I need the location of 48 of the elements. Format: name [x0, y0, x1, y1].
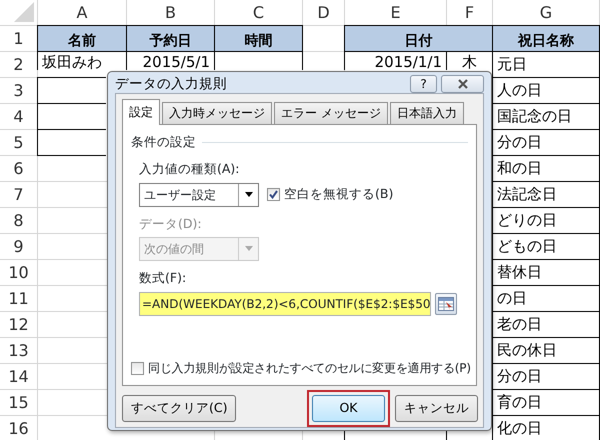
close-button[interactable]	[441, 75, 484, 93]
dialog-title: データの入力規則	[115, 76, 228, 92]
help-button[interactable]: ?	[410, 75, 437, 93]
row-header[interactable]: 4	[0, 104, 38, 130]
range-select-icon[interactable]	[438, 297, 454, 311]
table-cell	[37, 129, 106, 156]
row-header[interactable]: 16	[0, 416, 38, 440]
row-header[interactable]: 2	[0, 52, 38, 78]
tab[interactable]: エラー メッセージ	[274, 102, 388, 124]
caret-icon[interactable]	[244, 192, 254, 198]
close-icon[interactable]	[456, 79, 468, 89]
field-label: データ(D):	[139, 214, 203, 232]
clear-all-button[interactable]: すべてクリア(C)	[122, 395, 236, 422]
cancel-button[interactable]: キャンセル	[395, 395, 478, 422]
table-heading: 予約日	[126, 25, 215, 52]
tab[interactable]: 日本語入力	[390, 102, 464, 124]
table-cell	[37, 77, 106, 104]
column-header[interactable]: D	[303, 0, 345, 26]
table-heading: 祝日名称	[492, 25, 600, 52]
formula-field[interactable]: =AND(WEEKDAY(B2,2)<6,COUNTIF($E$2:$E$50	[139, 292, 431, 316]
field-label: 数式(F):	[139, 269, 188, 288]
row-header[interactable]: 7	[0, 182, 38, 208]
table-heading: 名前	[37, 25, 127, 52]
field-label: 入力値の種類(A):	[139, 160, 241, 178]
section-title: 条件の設定	[131, 133, 196, 151]
ok-button[interactable]: OK	[312, 395, 385, 422]
range-select-button[interactable]	[435, 293, 457, 315]
row-header[interactable]: 13	[0, 338, 38, 364]
table-heading: 日付	[344, 25, 493, 52]
checkbox[interactable]	[131, 362, 144, 374]
row-header[interactable]: 5	[0, 130, 38, 156]
row-header[interactable]: 3	[0, 78, 38, 104]
row-header[interactable]: 8	[0, 208, 38, 234]
row-header[interactable]: 10	[0, 260, 38, 286]
row-header[interactable]: 11	[0, 286, 38, 312]
row-header[interactable]: 12	[0, 312, 38, 338]
row-header[interactable]: 9	[0, 234, 38, 260]
row-header[interactable]: 14	[0, 364, 38, 390]
tab[interactable]: 設定	[122, 99, 160, 125]
row-header[interactable]: 6	[0, 156, 38, 182]
dropdown[interactable]: ユーザー設定	[139, 182, 259, 206]
checkbox[interactable]	[267, 188, 280, 201]
table-cell: 元日	[492, 51, 600, 78]
checkbox-label: 同じ入力規則が設定されたすべてのセルに変更を適用する(P)	[148, 360, 471, 377]
tab[interactable]: 入力時メッセージ	[162, 102, 272, 124]
row-header[interactable]: 15	[0, 390, 38, 416]
checkbox-label: 空白を無視する(B)	[284, 185, 394, 204]
table-heading: 時間	[214, 25, 303, 52]
